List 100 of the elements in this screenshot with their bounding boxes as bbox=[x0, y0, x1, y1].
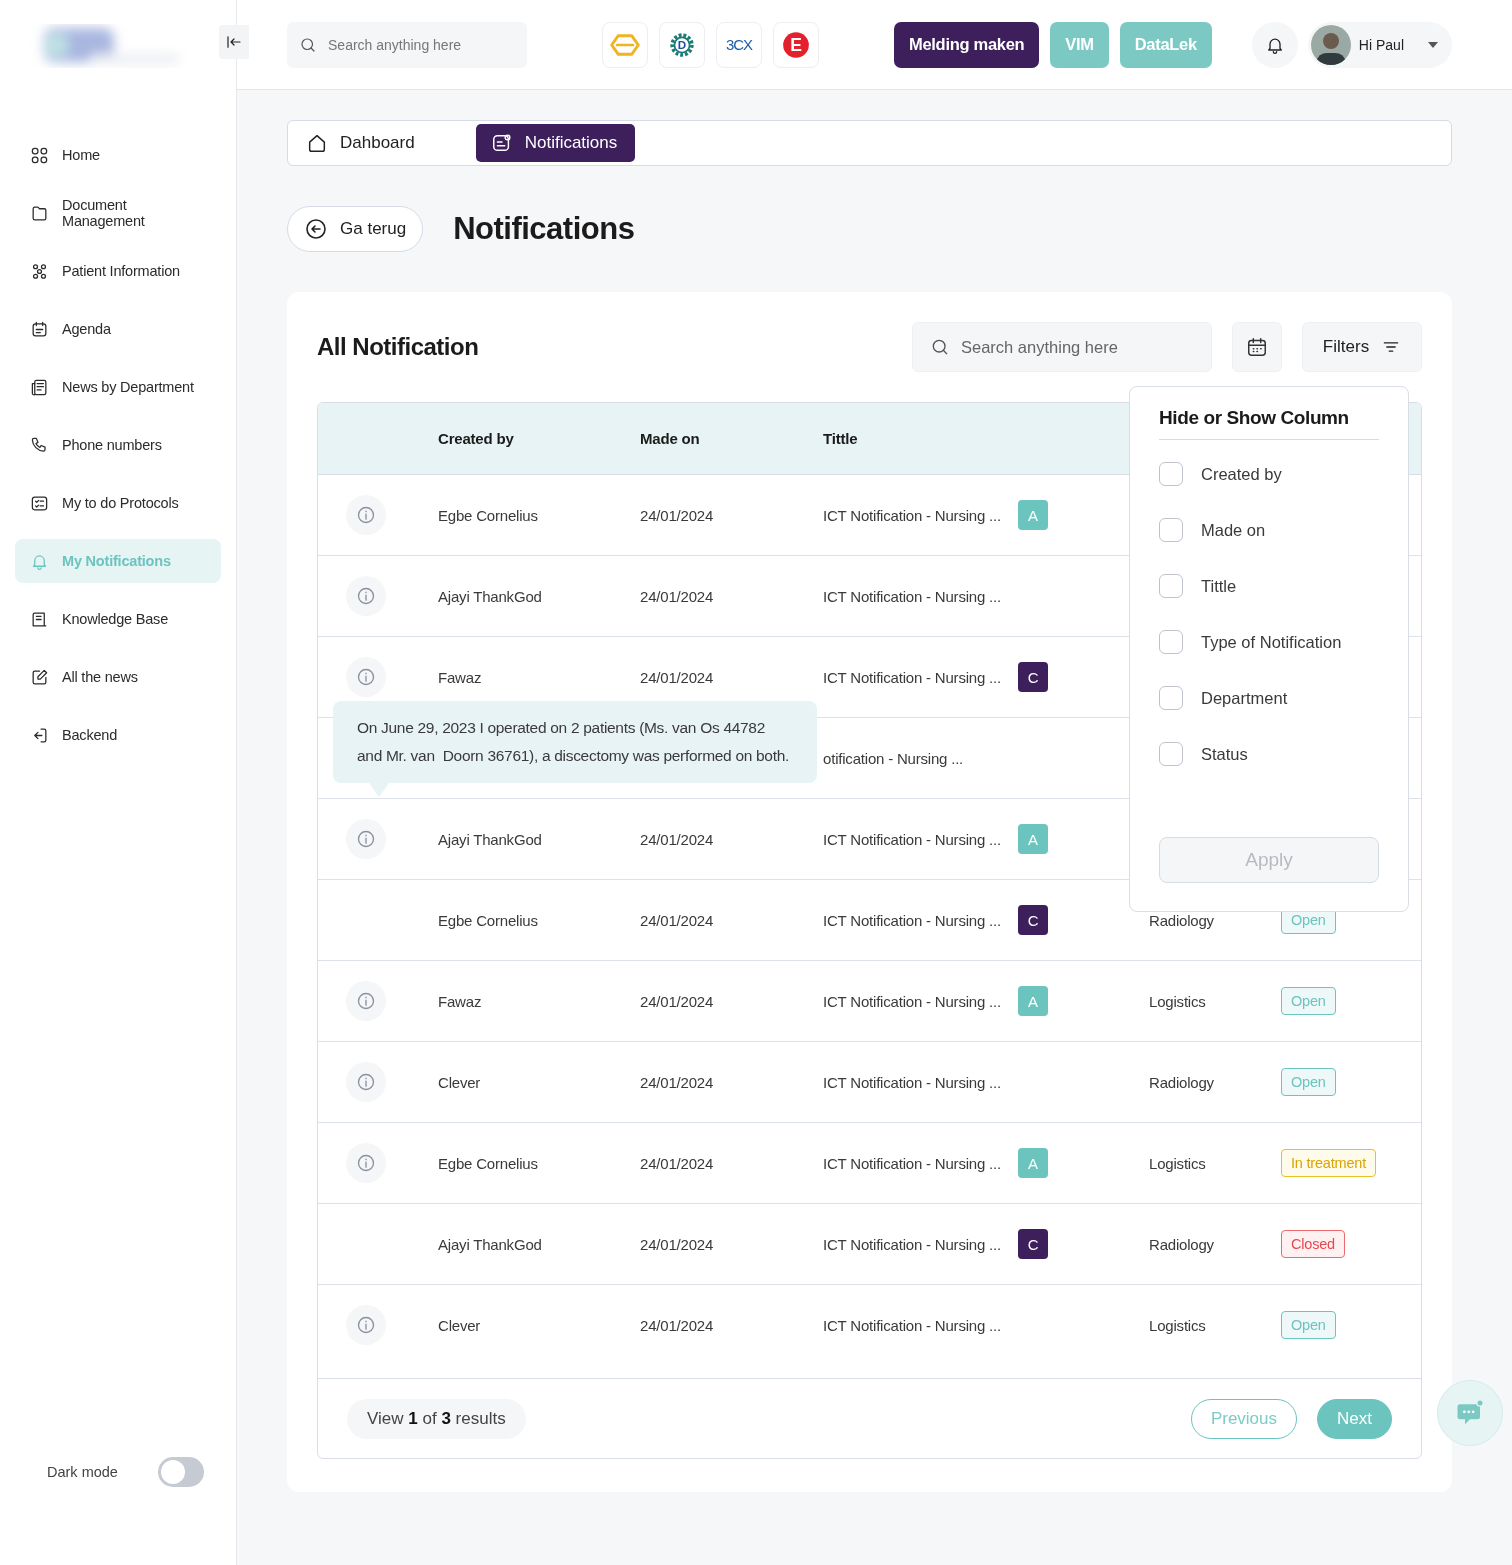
table-cell-text: Logistics bbox=[1149, 992, 1207, 1010]
table-cell-text: otification - Nursing ... bbox=[823, 749, 965, 767]
newspaper-icon bbox=[30, 377, 49, 397]
nav-item[interactable]: Knowledge Base bbox=[15, 597, 221, 641]
people-icon bbox=[30, 261, 49, 281]
nav-item[interactable]: Backend bbox=[15, 713, 221, 757]
table-cell-text: ICT Notification - Nursing ... bbox=[823, 911, 1002, 929]
edit-icon bbox=[30, 667, 49, 687]
nav-item[interactable]: News by Department bbox=[15, 365, 221, 409]
info-icon bbox=[356, 829, 376, 849]
collapse-sidebar-button[interactable] bbox=[219, 25, 249, 59]
user-menu[interactable]: Hi Paul bbox=[1307, 21, 1452, 68]
column-header: Created by bbox=[438, 430, 515, 447]
checkbox[interactable] bbox=[1159, 518, 1183, 542]
checkbox-label: Tittle bbox=[1201, 576, 1237, 596]
status-badge: Open bbox=[1281, 987, 1336, 1015]
phone-icon bbox=[30, 435, 49, 455]
table-cell-text: 24/01/2024 bbox=[640, 992, 715, 1010]
search-icon bbox=[930, 337, 950, 357]
home-icon bbox=[306, 132, 328, 154]
table-cell-text: 24/01/2024 bbox=[640, 830, 715, 848]
checkbox-label: Type of Notification bbox=[1201, 632, 1342, 652]
info-icon bbox=[356, 667, 376, 687]
status-badge: Open bbox=[1281, 1311, 1336, 1339]
column-header: Tittle bbox=[823, 430, 859, 447]
table-cell-text: Clever bbox=[438, 1316, 482, 1334]
checkbox[interactable] bbox=[1159, 742, 1183, 766]
dark-mode-toggle[interactable] bbox=[157, 1457, 204, 1487]
table-cell-text: Egbe Cornelius bbox=[438, 911, 539, 929]
info-icon bbox=[356, 1315, 376, 1335]
table-cell-text: ICT Notification - Nursing ... bbox=[823, 1316, 1002, 1334]
column-header: Made on bbox=[640, 430, 701, 447]
notification-icon bbox=[490, 132, 513, 154]
nav-item[interactable]: Phone numbers bbox=[15, 423, 221, 467]
nav-item[interactable]: Document Management bbox=[15, 191, 221, 235]
filters-button[interactable]: Filters bbox=[1302, 322, 1422, 372]
table-cell-text: ICT Notification - Nursing ... bbox=[823, 830, 1002, 848]
table-cell-text: 24/01/2024 bbox=[640, 1235, 715, 1253]
action-button[interactable]: Melding maken bbox=[894, 21, 1040, 68]
info-button[interactable] bbox=[346, 657, 386, 697]
search-icon bbox=[299, 35, 317, 54]
app-logo-text: 3CX bbox=[725, 36, 753, 53]
table-cell-text: ICT Notification - Nursing ... bbox=[823, 1073, 1002, 1091]
nav-item[interactable]: Agenda bbox=[15, 307, 221, 351]
tab[interactable]: Dahboard bbox=[306, 124, 433, 162]
tab[interactable]: Notifications bbox=[475, 124, 636, 162]
nav-item[interactable]: Patient Information bbox=[15, 249, 221, 293]
checkbox[interactable] bbox=[1159, 574, 1183, 598]
checkbox[interactable] bbox=[1159, 686, 1183, 710]
search-field[interactable]: Search anything here bbox=[912, 322, 1212, 372]
app-shortcut[interactable]: 3CX bbox=[716, 21, 762, 68]
app-shortcut[interactable]: D bbox=[659, 21, 705, 68]
info-button[interactable] bbox=[346, 1062, 386, 1102]
info-button[interactable] bbox=[346, 1143, 386, 1183]
date-picker-button[interactable] bbox=[1232, 322, 1282, 372]
table-cell-text: 24/01/2024 bbox=[640, 506, 715, 524]
table-cell-text: Egbe Cornelius bbox=[438, 1154, 539, 1172]
type-badge: A bbox=[1018, 986, 1048, 1016]
search-field[interactable]: Search anything here bbox=[287, 21, 527, 68]
nav-item[interactable]: All the news bbox=[15, 655, 221, 699]
type-badge: C bbox=[1018, 1229, 1048, 1259]
table-cell-text: ICT Notification - Nursing ... bbox=[823, 506, 1002, 524]
nav-item[interactable]: Home bbox=[15, 133, 221, 177]
page-title: Notifications bbox=[453, 211, 635, 247]
checkbox[interactable] bbox=[1159, 462, 1183, 486]
info-button[interactable] bbox=[346, 576, 386, 616]
info-button[interactable] bbox=[346, 819, 386, 859]
app-shortcut[interactable] bbox=[602, 21, 648, 68]
type-badge: A bbox=[1018, 1148, 1048, 1178]
checkbox[interactable] bbox=[1159, 630, 1183, 654]
info-icon bbox=[356, 1072, 376, 1092]
tooltip: On June 29, 2023 I operated on 2 patients (Ms. van Os 44782 and Mr. van Doorn 36761), a discectomy was performed on both. bbox=[333, 701, 817, 797]
info-icon bbox=[356, 991, 376, 1011]
collapse-icon bbox=[225, 33, 243, 51]
table-cell-text: Radiology bbox=[1149, 1073, 1215, 1091]
type-badge: C bbox=[1018, 662, 1048, 692]
circle-logo-icon: E bbox=[782, 30, 810, 59]
type-badge: A bbox=[1018, 500, 1048, 530]
card-title: All Notification bbox=[317, 333, 480, 361]
info-button[interactable] bbox=[346, 1305, 386, 1345]
table-cell-text: 24/01/2024 bbox=[640, 668, 715, 686]
table-cell-text: Logistics bbox=[1149, 1316, 1207, 1334]
table-cell-text: Ajayi ThankGod bbox=[438, 1235, 543, 1253]
calendar-icon bbox=[30, 319, 49, 339]
results-summary: View 1 of 3 results bbox=[347, 1398, 526, 1439]
table-cell-text: Fawaz bbox=[438, 992, 483, 1010]
table-cell-text: ICT Notification - Nursing ... bbox=[823, 668, 1002, 686]
table-cell-text: ICT Notification - Nursing ... bbox=[823, 992, 1002, 1010]
checkbox-label: Status bbox=[1201, 744, 1248, 764]
info-icon bbox=[356, 586, 376, 606]
status-badge: Open bbox=[1281, 1068, 1336, 1096]
app-shortcut[interactable]: E bbox=[773, 21, 819, 68]
table-cell-text: 24/01/2024 bbox=[640, 1316, 715, 1334]
nav-item[interactable]: My to do Protocols bbox=[15, 481, 221, 525]
info-button[interactable] bbox=[346, 495, 386, 535]
avatar bbox=[1310, 24, 1351, 65]
info-button[interactable] bbox=[346, 981, 386, 1021]
table-cell-text: 24/01/2024 bbox=[640, 1154, 715, 1172]
back-button[interactable]: Ga terug bbox=[287, 206, 424, 252]
info-icon bbox=[356, 505, 376, 525]
